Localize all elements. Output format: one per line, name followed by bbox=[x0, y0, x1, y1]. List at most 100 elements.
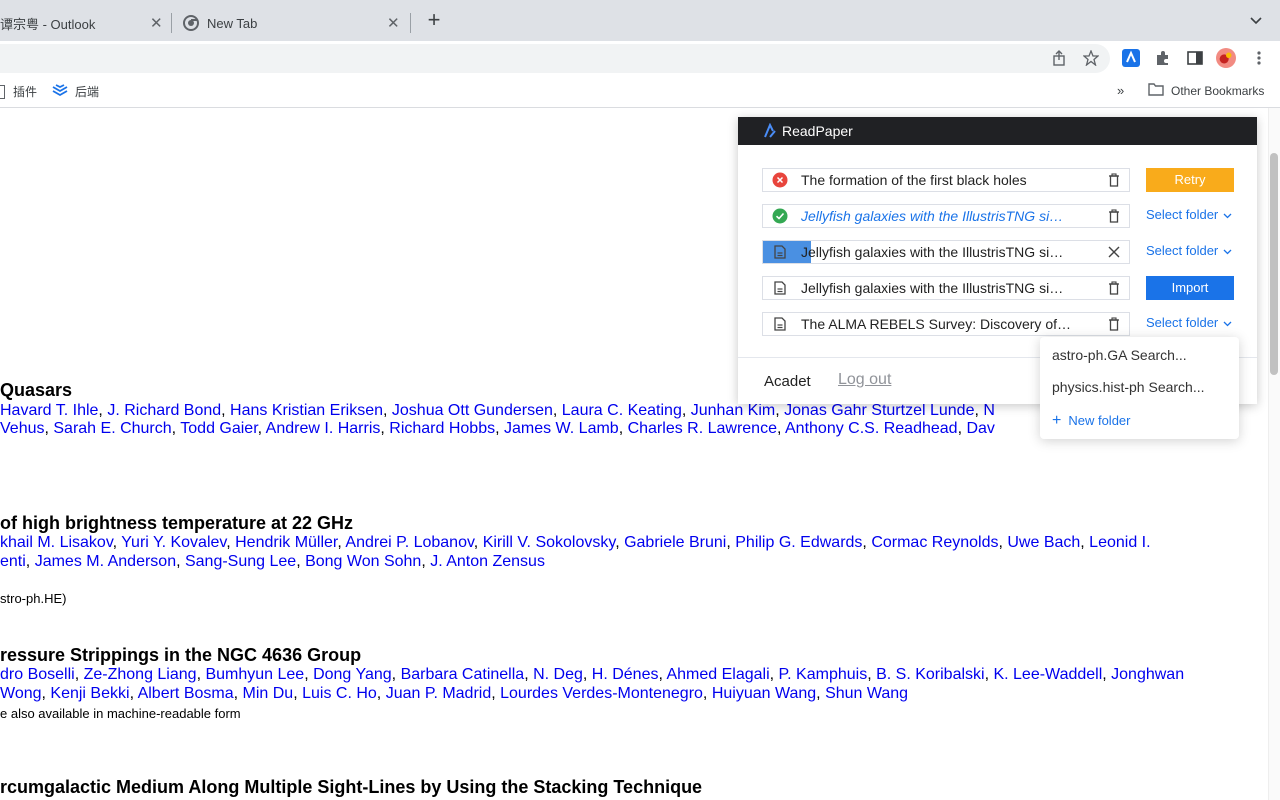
author-link[interactable]: James W. Lamb bbox=[504, 420, 619, 437]
author-link[interactable]: Barbara Catinella bbox=[401, 666, 525, 683]
author-link[interactable]: Andrei P. Lobanov bbox=[345, 534, 473, 551]
new-folder-button[interactable]: + New folder bbox=[1052, 413, 1130, 428]
paper-link[interactable]: Jellyfish galaxies with the IllustrisTNG… bbox=[801, 207, 1073, 225]
author-link[interactable]: Andrew I. Harris bbox=[266, 420, 381, 437]
kebab-menu-icon[interactable] bbox=[1249, 48, 1269, 68]
bookmark-label: 后端 bbox=[75, 83, 99, 100]
author-link[interactable]: Min Du bbox=[243, 685, 294, 702]
author-link[interactable]: enti bbox=[0, 553, 26, 570]
author-link[interactable]: Todd Gaier bbox=[180, 420, 257, 437]
plus-icon: + bbox=[1052, 414, 1061, 427]
folder-option[interactable]: physics.hist-ph Search... bbox=[1052, 379, 1205, 395]
author-link[interactable]: Kirill V. Sokolovsky bbox=[483, 534, 616, 551]
tab-separator bbox=[171, 13, 172, 33]
separator: , bbox=[75, 666, 84, 683]
author-link[interactable]: Uwe Bach bbox=[1007, 534, 1080, 551]
author-link[interactable]: Hans Kristian Eriksen bbox=[230, 402, 383, 419]
close-icon[interactable]: ✕ bbox=[150, 14, 163, 32]
author-link[interactable]: N bbox=[983, 402, 995, 419]
author-link[interactable]: Luis C. Ho bbox=[302, 685, 377, 702]
author-link[interactable]: N. Deg bbox=[533, 666, 583, 683]
author-link[interactable]: Shun Wang bbox=[825, 685, 908, 702]
readpaper-extension-icon[interactable] bbox=[1121, 48, 1141, 68]
author-link[interactable]: Philip G. Edwards bbox=[735, 534, 862, 551]
folder-option[interactable]: astro-ph.GA Search... bbox=[1052, 347, 1187, 363]
author-link[interactable]: Junhan Kim bbox=[691, 402, 776, 419]
chevron-down-icon[interactable] bbox=[1250, 12, 1262, 28]
select-folder-dropdown[interactable]: Select folder bbox=[1146, 315, 1232, 330]
author-link[interactable]: J. Richard Bond bbox=[107, 402, 221, 419]
author-link[interactable]: Jonghwan bbox=[1111, 666, 1184, 683]
success-check-icon bbox=[772, 208, 788, 224]
other-bookmarks[interactable]: Other Bookmarks bbox=[1148, 83, 1264, 99]
author-link[interactable]: Havard T. Ihle bbox=[0, 402, 98, 419]
author-link[interactable]: Sang-Sung Lee bbox=[185, 553, 296, 570]
author-link[interactable]: Cormac Reynolds bbox=[871, 534, 998, 551]
author-link[interactable]: Huiyuan Wang bbox=[712, 685, 816, 702]
paper-title: of high brightness temperature at 22 GHz bbox=[0, 513, 353, 534]
author-link[interactable]: Leonid I. bbox=[1089, 534, 1150, 551]
trash-icon[interactable] bbox=[1107, 316, 1121, 332]
author-link[interactable]: Vehus bbox=[0, 420, 44, 437]
author-link[interactable]: Jonas Gahr Sturtzel Lunde bbox=[784, 402, 974, 419]
author-link[interactable]: Yuri Y. Kovalev bbox=[121, 534, 226, 551]
folder-icon bbox=[0, 85, 5, 99]
author-link[interactable]: B. S. Koribalski bbox=[876, 666, 984, 683]
bookmark-plugins[interactable]: 插件 bbox=[0, 83, 37, 100]
import-button[interactable]: Import bbox=[1146, 276, 1234, 300]
layers-icon bbox=[52, 83, 68, 100]
author-link[interactable]: Hendrik Müller bbox=[235, 534, 337, 551]
select-folder-dropdown[interactable]: Select folder bbox=[1146, 243, 1232, 258]
scrollbar-thumb[interactable] bbox=[1270, 153, 1278, 375]
author-link[interactable]: Dav bbox=[966, 420, 994, 437]
close-icon[interactable]: ✕ bbox=[387, 14, 400, 32]
author-link[interactable]: Ze-Zhong Liang bbox=[84, 666, 197, 683]
author-link[interactable]: James M. Anderson bbox=[35, 553, 176, 570]
side-panel-icon[interactable] bbox=[1185, 48, 1205, 68]
author-link[interactable]: Bong Won Sohn bbox=[305, 553, 421, 570]
author-link[interactable]: Gabriele Bruni bbox=[624, 534, 726, 551]
author-link[interactable]: Charles R. Lawrence bbox=[628, 420, 777, 437]
author-link[interactable]: Ahmed Elagali bbox=[666, 666, 769, 683]
author-link[interactable]: H. Dénes bbox=[592, 666, 659, 683]
author-link[interactable]: khail M. Lisakov bbox=[0, 534, 113, 551]
tab-new-tab[interactable]: New Tab ✕ bbox=[183, 5, 408, 41]
new-tab-button[interactable]: + bbox=[424, 10, 444, 30]
star-icon[interactable] bbox=[1081, 48, 1101, 68]
share-icon[interactable] bbox=[1049, 48, 1069, 68]
author-link[interactable]: Joshua Ott Gundersen bbox=[392, 402, 553, 419]
trash-icon[interactable] bbox=[1107, 172, 1121, 188]
retry-button[interactable]: Retry bbox=[1146, 168, 1234, 192]
author-link[interactable]: Laura C. Keating bbox=[562, 402, 682, 419]
separator: , bbox=[377, 685, 386, 702]
author-link[interactable]: Juan P. Madrid bbox=[386, 685, 492, 702]
author-link[interactable]: J. Anton Zensus bbox=[430, 553, 545, 570]
author-link[interactable]: Lourdes Verdes-Montenegro bbox=[500, 685, 703, 702]
bookmarks-overflow-button[interactable]: » bbox=[1117, 83, 1124, 98]
trash-icon[interactable] bbox=[1107, 208, 1121, 224]
profile-avatar-icon[interactable] bbox=[1216, 48, 1236, 68]
tab-outlook[interactable]: 谭宗粤 - Outlook ✕ bbox=[0, 5, 170, 41]
separator: , bbox=[615, 534, 624, 551]
author-link[interactable]: Bumhyun Lee bbox=[205, 666, 304, 683]
author-link[interactable]: K. Lee-Waddell bbox=[993, 666, 1102, 683]
address-bar[interactable] bbox=[0, 44, 1110, 73]
trash-icon[interactable] bbox=[1107, 280, 1121, 296]
separator: , bbox=[226, 534, 235, 551]
close-icon[interactable] bbox=[1107, 244, 1121, 260]
logout-link[interactable]: Log out bbox=[838, 371, 891, 389]
author-link[interactable]: Wong bbox=[0, 685, 42, 702]
author-link[interactable]: Sarah E. Church bbox=[53, 420, 171, 437]
author-link[interactable]: Anthony C.S. Readhead bbox=[785, 420, 958, 437]
author-link[interactable]: Albert Bosma bbox=[138, 685, 234, 702]
paper-title: ressure Strippings in the NGC 4636 Group bbox=[0, 645, 361, 666]
author-link[interactable]: Kenji Bekki bbox=[50, 685, 129, 702]
author-link[interactable]: P. Kamphuis bbox=[779, 666, 868, 683]
author-link[interactable]: Richard Hobbs bbox=[389, 420, 495, 437]
author-link[interactable]: Dong Yang bbox=[313, 666, 392, 683]
separator: , bbox=[553, 402, 562, 419]
bookmark-backend[interactable]: 后端 bbox=[52, 83, 99, 100]
author-link[interactable]: dro Boselli bbox=[0, 666, 75, 683]
select-folder-dropdown[interactable]: Select folder bbox=[1146, 207, 1232, 222]
puzzle-icon[interactable] bbox=[1153, 48, 1173, 68]
